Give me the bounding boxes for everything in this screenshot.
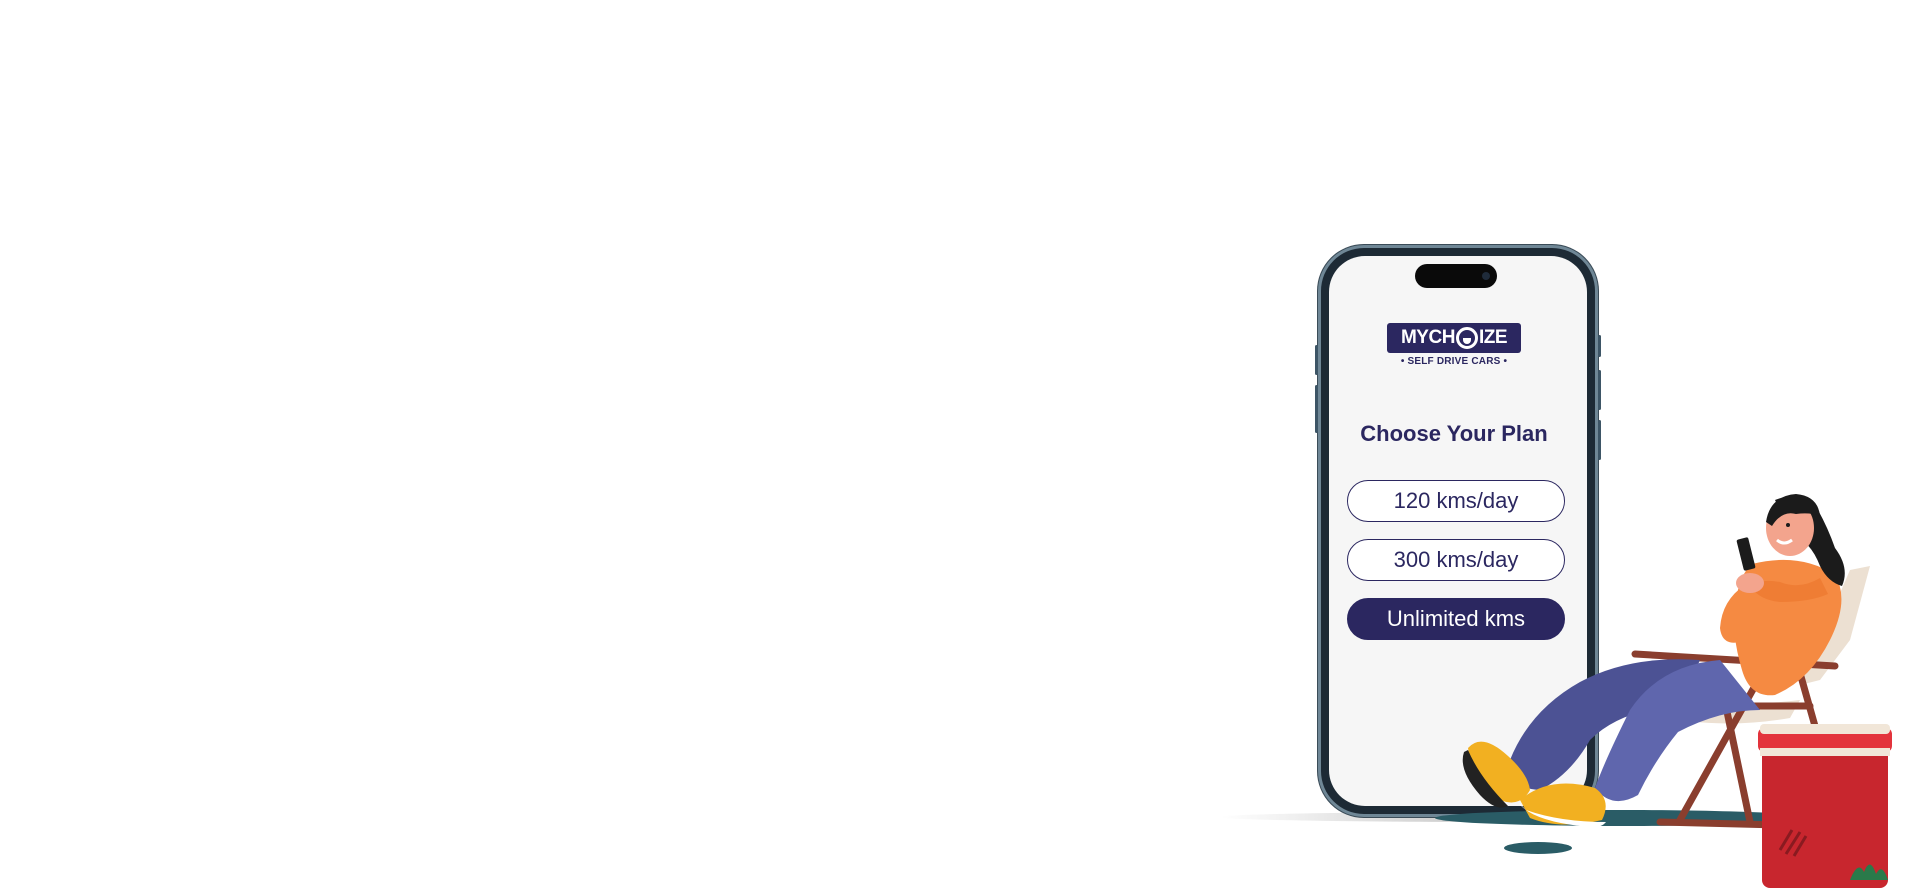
woman-in-chair-with-phone-illustration bbox=[1435, 494, 1892, 888]
steering-wheel-icon bbox=[1455, 327, 1478, 349]
right-shoe bbox=[1520, 783, 1606, 825]
phone-side-button bbox=[1598, 370, 1601, 410]
dynamic-island bbox=[1415, 264, 1497, 288]
landing-hero: MYCH IZE • SELF DRIVE CARS • Choose Your… bbox=[0, 0, 1920, 890]
brand-logo: MYCH IZE bbox=[1387, 323, 1521, 353]
eye bbox=[1786, 523, 1790, 527]
illustration-shadow bbox=[1504, 842, 1572, 854]
camera-icon bbox=[1482, 272, 1490, 280]
phone-side-button bbox=[1315, 345, 1318, 375]
logo-text-left: MYCH bbox=[1400, 327, 1455, 348]
plan-title: Choose Your Plan bbox=[1360, 421, 1548, 446]
cooler-box bbox=[1758, 724, 1892, 888]
phone-in-hand-icon bbox=[1736, 537, 1756, 571]
hands bbox=[1736, 573, 1764, 593]
phone-side-button bbox=[1598, 335, 1601, 357]
phone-side-button bbox=[1598, 420, 1601, 460]
phone-side-button bbox=[1315, 385, 1318, 433]
brand-tagline: • SELF DRIVE CARS • bbox=[1400, 356, 1508, 367]
logo-text-right: IZE bbox=[1478, 327, 1508, 348]
